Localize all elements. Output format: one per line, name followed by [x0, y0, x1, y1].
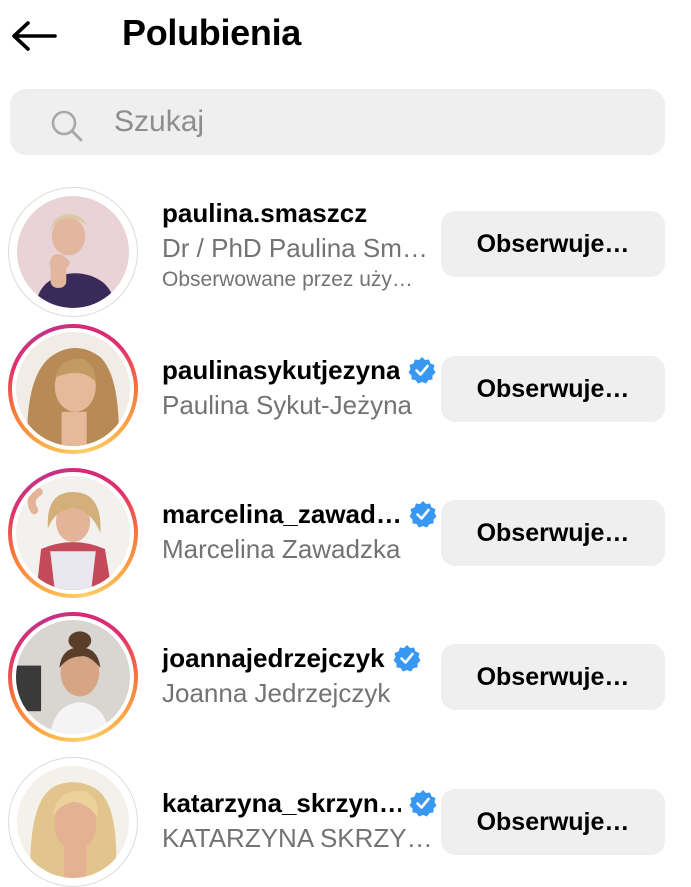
- full-name: KATARZYNA SKRZY…: [162, 823, 433, 853]
- username[interactable]: joannajedrzejczyk: [162, 643, 385, 674]
- list-item-user-5[interactable]: katarzyna_skrzyn… KATARZYNA SKRZY… Obser…: [0, 757, 691, 887]
- verified-badge-icon: [408, 357, 436, 384]
- avatar[interactable]: [8, 187, 138, 317]
- page-title: Polubienia: [122, 12, 302, 53]
- avatar-image: [16, 476, 130, 590]
- avatar[interactable]: [8, 757, 138, 887]
- username[interactable]: marcelina_zawad…: [162, 499, 401, 530]
- search-icon: [51, 110, 83, 142]
- following-button[interactable]: Obserwuje…: [441, 356, 665, 422]
- user-info: katarzyna_skrzyn… KATARZYNA SKRZY…: [162, 785, 437, 854]
- full-name: Joanna Jedrzejczyk: [162, 678, 391, 708]
- search-bar[interactable]: [10, 89, 665, 155]
- followed-by-text: Obserwowane przez uży…: [162, 268, 413, 291]
- list-item-user-1[interactable]: paulina.smaszcz Dr / PhD Paulina Sm… Obs…: [0, 187, 691, 317]
- following-button[interactable]: Obserwuje…: [441, 644, 665, 710]
- avatar-image: [16, 332, 130, 446]
- user-info: paulina.smaszcz Dr / PhD Paulina Sm… Obs…: [162, 195, 437, 292]
- user-info: marcelina_zawad… Marcelina Zawadzka: [162, 496, 437, 565]
- full-name: Paulina Sykut-Jeżyna: [162, 390, 413, 420]
- search-input[interactable]: [114, 101, 634, 143]
- full-name: Dr / PhD Paulina Sm…: [162, 233, 428, 263]
- avatar-story-ring[interactable]: [8, 612, 138, 742]
- list-item-user-4[interactable]: joannajedrzejczyk Joanna Jedrzejczyk Obs…: [0, 612, 691, 742]
- user-info: paulinasykutjezyna Paulina Sykut-Jeżyna: [162, 352, 437, 421]
- following-button[interactable]: Obserwuje…: [441, 500, 665, 566]
- user-info: joannajedrzejczyk Joanna Jedrzejczyk: [162, 640, 437, 709]
- username[interactable]: paulina.smaszcz: [162, 198, 367, 229]
- back-button[interactable]: [8, 14, 60, 58]
- following-button[interactable]: Obserwuje…: [441, 789, 665, 855]
- arrow-left-icon[interactable]: [11, 21, 57, 51]
- verified-badge-icon: [409, 501, 437, 528]
- username[interactable]: paulinasykutjezyna: [162, 355, 400, 386]
- full-name: Marcelina Zawadzka: [162, 534, 401, 564]
- verified-badge-icon: [393, 645, 421, 672]
- avatar-image: [16, 620, 130, 734]
- list-item-user-3[interactable]: marcelina_zawad… Marcelina Zawadzka Obse…: [0, 468, 691, 598]
- avatar-story-ring[interactable]: [8, 468, 138, 598]
- verified-badge-icon: [409, 790, 437, 817]
- avatar-image: [17, 766, 129, 878]
- avatar-story-ring[interactable]: [8, 324, 138, 454]
- following-button[interactable]: Obserwuje…: [441, 211, 665, 277]
- username[interactable]: katarzyna_skrzyn…: [162, 788, 401, 819]
- top-bar: Polubienia: [0, 0, 691, 72]
- list-item-user-2[interactable]: paulinasykutjezyna Paulina Sykut-Jeżyna …: [0, 324, 691, 454]
- avatar-image: [17, 196, 129, 308]
